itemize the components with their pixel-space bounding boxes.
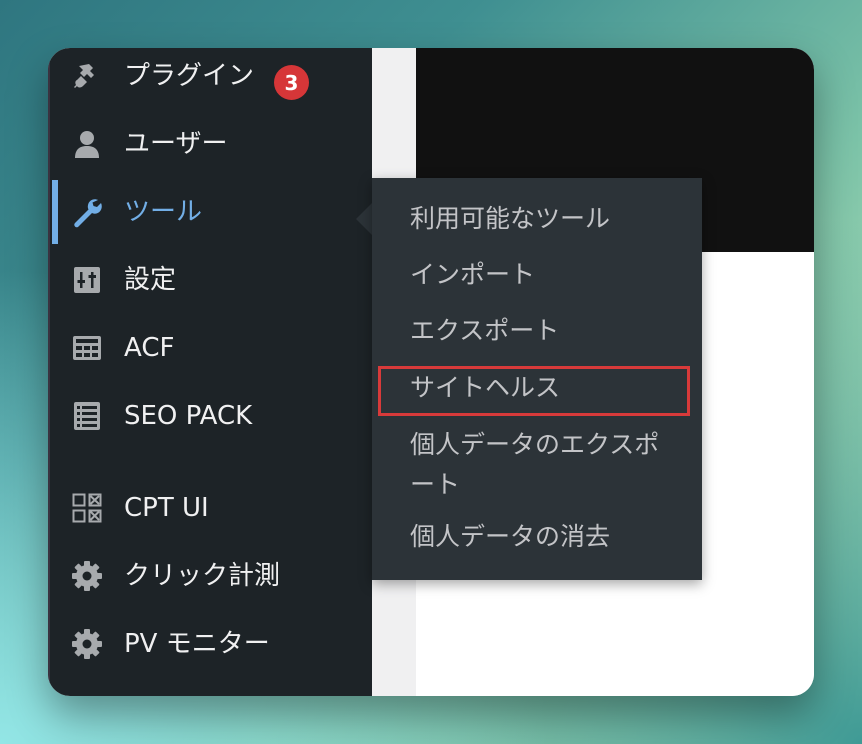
list-icon: [70, 399, 104, 433]
flyout-pointer: [356, 202, 373, 236]
submenu-item-export[interactable]: エクスポート: [410, 311, 559, 351]
sidebar-item-label: プラグイン: [124, 61, 255, 91]
submenu-item-label-line2: ート: [410, 470, 461, 499]
wrench-icon: [70, 195, 104, 229]
gear-icon: [70, 559, 104, 593]
sidebar-item-click-tracking[interactable]: クリック計測: [48, 550, 372, 602]
submenu-item-import[interactable]: インポート: [410, 255, 535, 295]
submenu-item-label-line1: 個人データのエクスポ: [410, 430, 660, 459]
sidebar-item-label: SEO PACK: [124, 401, 253, 431]
submenu-item-available-tools[interactable]: 利用可能なツール: [410, 199, 610, 239]
submenu-item-erase-personal-data[interactable]: 個人データの消去: [410, 517, 610, 557]
sidebar-item-label: ツール: [124, 197, 203, 227]
submenu-item-export-personal-data[interactable]: 個人データのエクスポ ート: [410, 425, 659, 505]
sidebar-item-label: ACF: [124, 333, 175, 363]
sidebar-item-label: PV モニター: [124, 629, 270, 659]
settings-sliders-icon: [70, 263, 104, 297]
sidebar-item-cpt-ui[interactable]: CPT UI: [48, 482, 372, 534]
sidebar-item-settings[interactable]: 設定: [48, 254, 372, 306]
sidebar-item-label: ユーザー: [124, 129, 228, 159]
sidebar-item-tools[interactable]: ツール: [48, 186, 372, 238]
update-count-badge: 3: [274, 65, 309, 100]
cpt-grid-icon: [70, 491, 104, 525]
highlight-box: [378, 366, 690, 416]
sidebar-item-seo-pack[interactable]: SEO PACK: [48, 390, 372, 442]
acf-grid-icon: [70, 331, 104, 365]
sidebar-item-acf[interactable]: ACF: [48, 322, 372, 374]
admin-sidebar: プラグイン 3 ユーザー ツール 設定 ACF SEO PACK CPT UI …: [48, 48, 372, 696]
sidebar-item-label: 設定: [124, 265, 177, 295]
sidebar-item-label: クリック計測: [124, 561, 281, 591]
sidebar-item-label: CPT UI: [124, 493, 209, 523]
sidebar-item-pv-monitor[interactable]: PV モニター: [48, 618, 372, 670]
user-icon: [70, 127, 104, 161]
browser-window: プラグイン 3 ユーザー ツール 設定 ACF SEO PACK CPT UI …: [48, 48, 814, 696]
sidebar-item-users[interactable]: ユーザー: [48, 118, 372, 170]
plugin-icon: [70, 59, 104, 93]
sidebar-item-plugins[interactable]: プラグイン 3: [48, 50, 372, 102]
gear-icon: [70, 627, 104, 661]
